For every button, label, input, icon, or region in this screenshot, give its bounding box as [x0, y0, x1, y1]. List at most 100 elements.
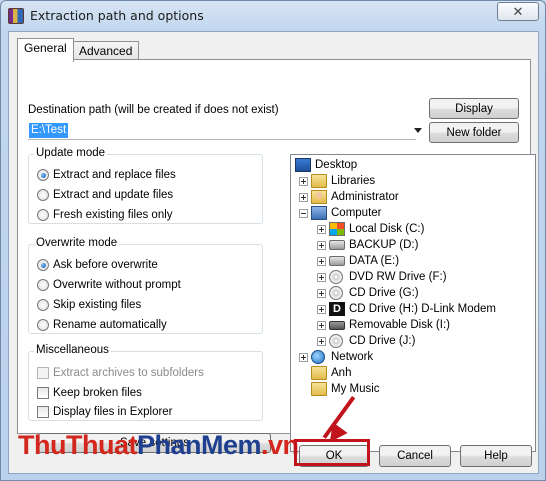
dropdown-arrow-icon[interactable] — [414, 128, 422, 133]
window-title: Extraction path and options — [30, 8, 204, 23]
checkbox-display-in-explorer[interactable]: Display files in Explorer — [37, 404, 173, 420]
tree-item-anh[interactable]: Anh — [299, 365, 351, 381]
tree-item-computer[interactable]: Computer — [299, 205, 382, 221]
close-button[interactable]: ✕ — [497, 2, 539, 21]
watermark-part-3: .vn — [261, 430, 299, 460]
dialog-window: Extraction path and options ✕ General Ad… — [0, 0, 546, 481]
destination-path-value[interactable]: E:\Test — [29, 123, 69, 138]
expand-plus-icon[interactable] — [317, 320, 326, 330]
computer-icon — [311, 206, 327, 220]
tree-item-label: CD Drive (G:) — [349, 287, 419, 299]
radio-icon[interactable] — [37, 299, 49, 311]
tree-item-label: CD Drive (J:) — [349, 335, 416, 347]
update-mode-group: Update mode Extract and replace files Ex… — [28, 147, 263, 224]
expand-plus-icon[interactable] — [317, 240, 326, 250]
collapse-minus-icon[interactable] — [299, 208, 308, 218]
tree-item-my-music[interactable]: My Music — [299, 381, 380, 397]
expand-plus-icon[interactable] — [317, 304, 326, 314]
tree-item-label: Administrator — [331, 191, 399, 203]
checkbox-label: Extract archives to subfolders — [53, 367, 204, 379]
tree-item-libraries[interactable]: Libraries — [299, 173, 375, 189]
expand-plus-icon[interactable] — [317, 272, 326, 282]
radio-label: Rename automatically — [53, 319, 167, 331]
tree-item-label: Network — [331, 351, 374, 363]
tab-general[interactable]: General — [17, 38, 74, 62]
dialog-client-area: General Advanced Destination path (will … — [8, 31, 539, 474]
close-icon: ✕ — [512, 3, 524, 19]
tree-item-label: Anh — [331, 367, 352, 379]
radio-ask-before-overwrite[interactable]: Ask before overwrite — [37, 257, 158, 273]
radio-icon[interactable] — [37, 279, 49, 291]
tree-item-local-disk-c[interactable]: Local Disk (C:) — [317, 221, 424, 237]
site-watermark: ThuThuatPhanMem.vn — [18, 430, 299, 461]
tree-item-network[interactable]: Network — [299, 349, 373, 365]
tree-item-label: BACKUP (D:) — [349, 239, 419, 251]
radio-selected-icon[interactable] — [37, 169, 49, 181]
watermark-part-1: ThuThuat — [18, 430, 137, 460]
expand-plus-icon[interactable] — [317, 288, 326, 298]
checkbox-icon[interactable] — [37, 406, 49, 418]
cd-icon — [329, 270, 343, 284]
windows-drive-icon — [329, 222, 345, 236]
radio-icon[interactable] — [37, 189, 49, 201]
radio-label: Extract and update files — [53, 189, 174, 201]
radio-rename-automatically[interactable]: Rename automatically — [37, 317, 167, 333]
cancel-button[interactable]: Cancel — [379, 445, 451, 467]
expand-plus-icon[interactable] — [317, 336, 326, 346]
radio-icon[interactable] — [37, 209, 49, 221]
tree-item-label: CD Drive (H:) D-Link Modem — [349, 303, 496, 315]
overwrite-mode-group: Overwrite mode Ask before overwrite Over… — [28, 237, 263, 334]
radio-selected-icon[interactable] — [37, 259, 49, 271]
drive-icon — [329, 256, 345, 266]
tree-item-label: Libraries — [331, 175, 376, 187]
removable-drive-icon — [329, 320, 345, 330]
folder-icon — [311, 382, 327, 396]
user-folder-icon — [311, 190, 327, 204]
checkbox-extract-to-subfolders: Extract archives to subfolders — [37, 365, 204, 381]
expand-plus-icon[interactable] — [299, 352, 308, 362]
display-button[interactable]: Display — [429, 98, 519, 119]
radio-label: Extract and replace files — [53, 169, 176, 181]
radio-skip-existing[interactable]: Skip existing files — [37, 297, 141, 313]
folder-tree[interactable]: Desktop Libraries Administrator Computer — [290, 154, 536, 452]
winrar-app-icon — [8, 8, 24, 24]
tree-item-label: Local Disk (C:) — [349, 223, 425, 235]
radio-fresh-existing[interactable]: Fresh existing files only — [37, 207, 173, 223]
expand-plus-icon[interactable] — [317, 224, 326, 234]
drive-icon — [329, 240, 345, 250]
expand-plus-icon[interactable] — [299, 192, 308, 202]
checkbox-icon[interactable] — [37, 387, 49, 399]
radio-overwrite-without-prompt[interactable]: Overwrite without prompt — [37, 277, 181, 293]
tree-item-cd-drive-h[interactable]: D CD Drive (H:) D-Link Modem — [317, 301, 496, 317]
cd-icon — [329, 286, 343, 300]
tree-item-data-e[interactable]: DATA (E:) — [317, 253, 399, 269]
tree-item-backup-d[interactable]: BACKUP (D:) — [317, 237, 418, 253]
tree-item-label: My Music — [331, 383, 380, 395]
checkbox-keep-broken-files[interactable]: Keep broken files — [37, 385, 142, 401]
destination-path-combobox[interactable]: E:\Test — [28, 122, 422, 140]
checkbox-label: Keep broken files — [53, 387, 142, 399]
checkbox-icon — [37, 367, 49, 379]
tree-item-label: Removable Disk (I:) — [349, 319, 450, 331]
tree-item-dvd-rw-f[interactable]: DVD RW Drive (F:) — [317, 269, 447, 285]
tree-item-cd-drive-g[interactable]: CD Drive (G:) — [317, 285, 419, 301]
help-button[interactable]: Help — [460, 445, 532, 467]
radio-label: Overwrite without prompt — [53, 279, 181, 291]
radio-extract-update[interactable]: Extract and update files — [37, 187, 173, 203]
update-mode-title: Update mode — [34, 147, 108, 159]
new-folder-button[interactable]: New folder — [429, 122, 519, 143]
tree-item-administrator[interactable]: Administrator — [299, 189, 399, 205]
tree-item-removable-i[interactable]: Removable Disk (I:) — [317, 317, 450, 333]
tree-item-desktop[interactable]: Desktop — [295, 157, 357, 173]
radio-icon[interactable] — [37, 319, 49, 331]
tree-item-label: DVD RW Drive (F:) — [349, 271, 447, 283]
title-bar[interactable]: Extraction path and options ✕ — [1, 1, 545, 31]
expand-plus-icon[interactable] — [299, 176, 308, 186]
radio-extract-replace[interactable]: Extract and replace files — [37, 167, 176, 183]
cd-icon — [329, 334, 343, 348]
tree-item-cd-drive-j[interactable]: CD Drive (J:) — [317, 333, 415, 349]
network-icon — [311, 350, 325, 364]
desktop-icon — [295, 158, 311, 172]
tab-advanced[interactable]: Advanced — [72, 41, 140, 61]
expand-plus-icon[interactable] — [317, 256, 326, 266]
